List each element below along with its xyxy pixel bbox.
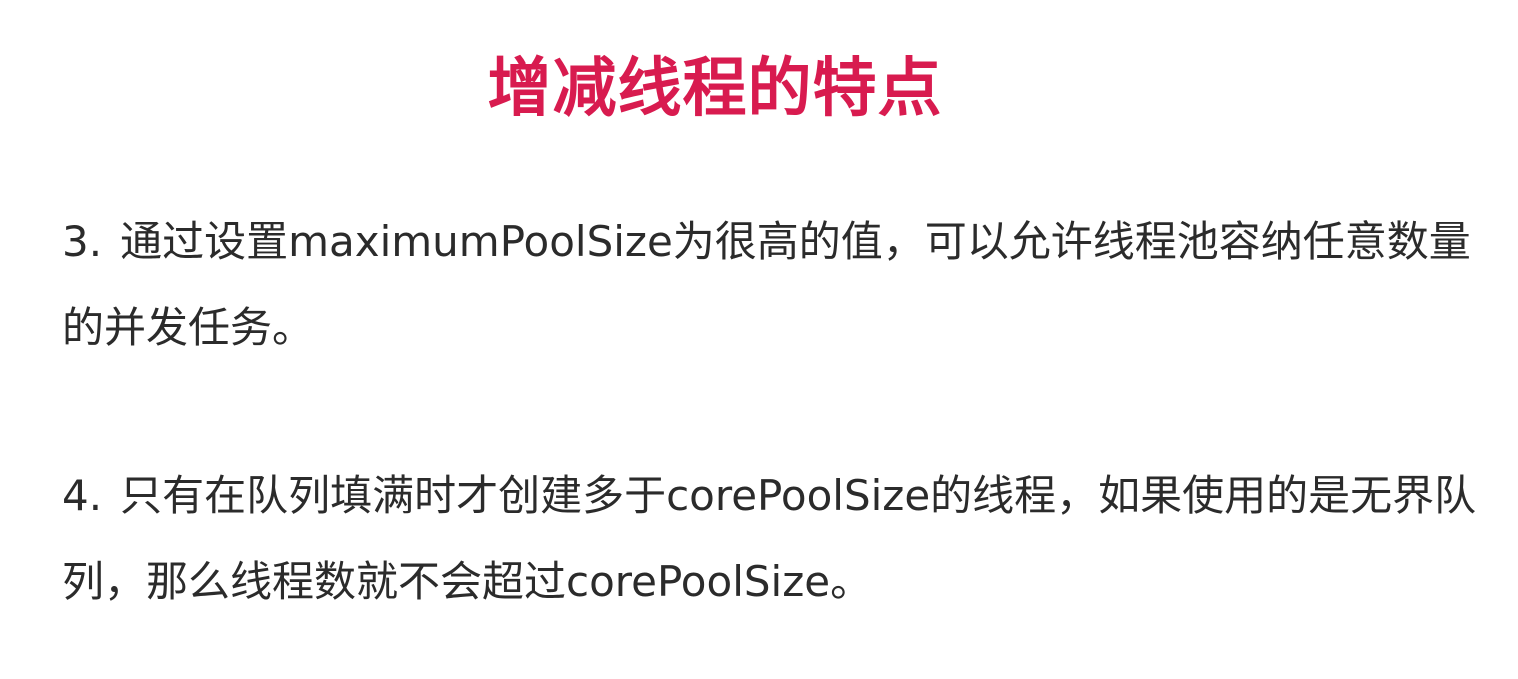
point-text: 通过设置maximumPoolSize为很高的值，可以允许线程池容纳任意数量的并… bbox=[62, 217, 1471, 352]
point-number: 4. bbox=[62, 471, 103, 520]
list-item: 4. 只有在队列填满时才创建多于corePoolSize的线程，如果使用的是无界队… bbox=[62, 453, 1502, 625]
slide: 增减线程的特点 3. 通过设置maximumPoolSize为很高的值，可以允许线… bbox=[0, 0, 1518, 679]
slide-title: 增减线程的特点 bbox=[487, 52, 943, 126]
list-item: 3. 通过设置maximumPoolSize为很高的值，可以允许线程池容纳任意数量… bbox=[62, 199, 1502, 371]
point-text: 只有在队列填满时才创建多于corePoolSize的线程，如果使用的是无界队列，… bbox=[62, 471, 1477, 606]
point-number: 3. bbox=[62, 217, 103, 266]
